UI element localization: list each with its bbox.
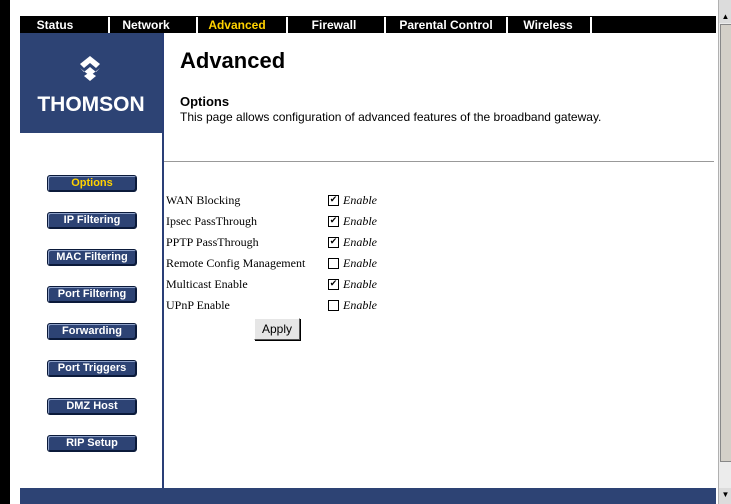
left-edge-strip	[10, 0, 20, 504]
scroll-thumb[interactable]	[720, 24, 731, 462]
sidebar-item-mac-filtering[interactable]: MAC Filtering	[47, 249, 137, 266]
option-label-multicast-enable: Multicast Enable	[166, 277, 248, 291]
footer-bar	[20, 488, 716, 504]
tab-status[interactable]: Status	[20, 17, 90, 33]
checkbox-multicast-enable[interactable]: ✔	[328, 279, 339, 290]
checkbox-pptp-passthrough[interactable]: ✔	[328, 237, 339, 248]
checkbox-ipsec-passthrough[interactable]: ✔	[328, 216, 339, 227]
section-description: This page allows configuration of advanc…	[180, 110, 602, 124]
sidebar-item-options[interactable]: Options	[47, 175, 137, 192]
stray-digit: 1	[2, 484, 10, 500]
nav-divider	[590, 17, 592, 33]
tab-firewall[interactable]: Firewall	[288, 17, 380, 33]
enable-label: Enable	[343, 235, 377, 249]
logo-text: THOMSON	[37, 93, 145, 116]
sidebar-item-dmz-host[interactable]: DMZ Host	[47, 398, 137, 415]
divider	[164, 161, 714, 162]
sidebar-item-rip-setup[interactable]: RIP Setup	[47, 435, 137, 452]
enable-label: Enable	[343, 256, 377, 270]
apply-button[interactable]: Apply	[254, 318, 300, 340]
sidebar-divider	[162, 33, 164, 488]
logo: THOMSON	[20, 33, 162, 133]
enable-label: Enable	[343, 298, 377, 312]
enable-label: Enable	[343, 277, 377, 291]
vertical-scrollbar[interactable]: ▲ ▼	[718, 0, 731, 504]
section-title: Options	[180, 94, 230, 109]
thomson-logo-icon	[80, 56, 100, 81]
tab-advanced[interactable]: Advanced	[198, 17, 276, 33]
sidebar-item-port-filtering[interactable]: Port Filtering	[47, 286, 137, 303]
sidebar-item-port-triggers[interactable]: Port Triggers	[47, 360, 137, 377]
option-label-upnp-enable: UPnP Enable	[166, 298, 230, 312]
option-label-ipsec-passthrough: Ipsec PassThrough	[166, 214, 257, 228]
scroll-up-icon[interactable]: ▲	[719, 10, 731, 23]
checkbox-wan-blocking[interactable]: ✔	[328, 195, 339, 206]
left-edge-bar	[0, 0, 10, 504]
sidebar-item-forwarding[interactable]: Forwarding	[47, 323, 137, 340]
tab-wireless[interactable]: Wireless	[508, 17, 588, 33]
sidebar-item-ip-filtering[interactable]: IP Filtering	[47, 212, 137, 229]
checkbox-remote-config-management[interactable]	[328, 258, 339, 269]
option-label-wan-blocking: WAN Blocking	[166, 193, 241, 207]
enable-label: Enable	[343, 214, 377, 228]
checkbox-upnp-enable[interactable]	[328, 300, 339, 311]
option-label-pptp-passthrough: PPTP PassThrough	[166, 235, 259, 249]
enable-label: Enable	[343, 193, 377, 207]
top-nav: Status Network Advanced Firewall Parenta…	[20, 16, 716, 33]
option-label-remote-config-management: Remote Config Management	[166, 256, 306, 270]
tab-parental-control[interactable]: Parental Control	[386, 17, 506, 33]
page-title: Advanced	[180, 48, 286, 73]
scroll-down-icon[interactable]: ▼	[719, 488, 731, 501]
tab-network[interactable]: Network	[110, 17, 182, 33]
